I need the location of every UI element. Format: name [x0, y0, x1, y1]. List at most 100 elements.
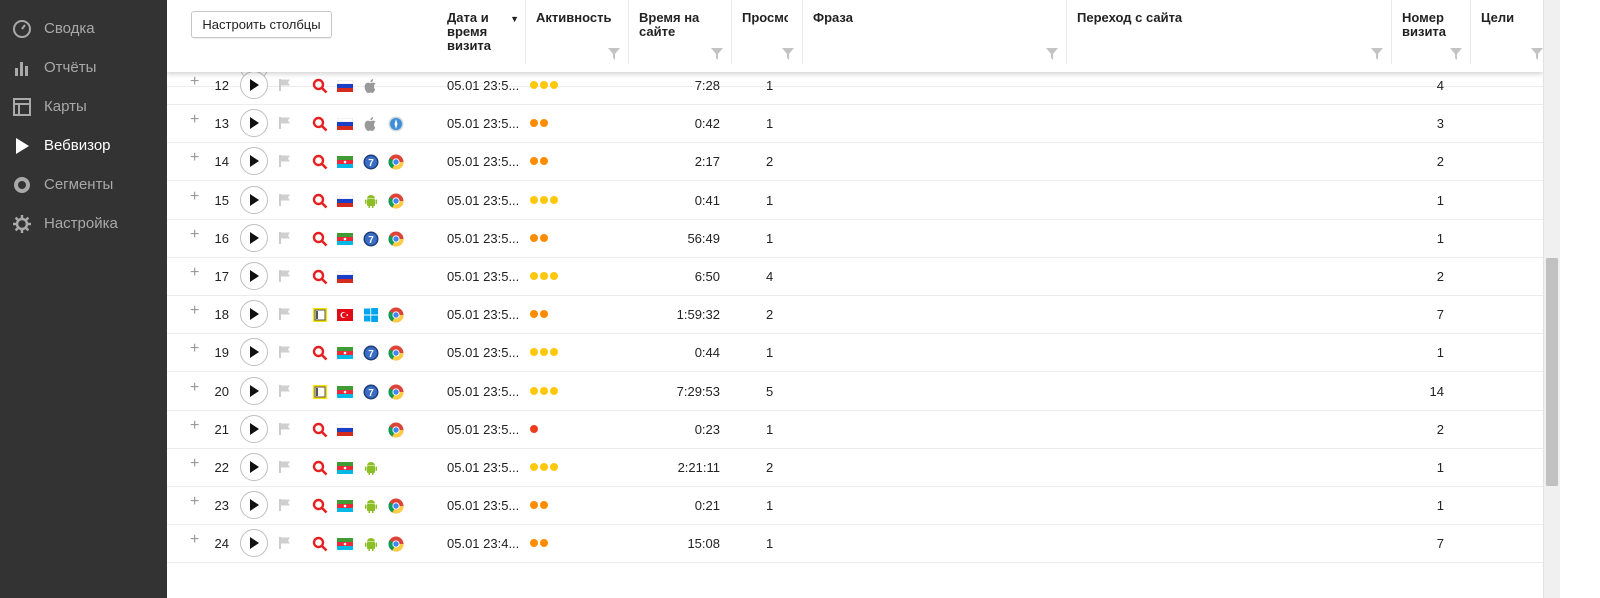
table-row[interactable]: +16 7 05.01 23:5... 56:49 1 1 — [167, 220, 1543, 258]
play-button[interactable] — [240, 338, 268, 367]
search-engine-icon — [312, 193, 328, 209]
expand-icon[interactable]: + — [190, 417, 202, 433]
row-number: 13 — [214, 116, 229, 132]
play-button[interactable] — [240, 453, 268, 481]
filter-icon[interactable] — [1046, 48, 1058, 60]
browser-chrome-icon — [388, 536, 404, 552]
column-header-goals[interactable]: Цели — [1471, 0, 1543, 64]
expand-icon[interactable]: + — [190, 74, 202, 90]
configure-columns-button[interactable]: Настроить столбцы — [191, 11, 332, 38]
gear-icon — [0, 214, 44, 234]
table-row[interactable]: +23 05.01 23:5... 0:21 1 1 — [167, 487, 1543, 526]
flag-mark-icon[interactable] — [278, 154, 292, 168]
flag-mark-icon[interactable] — [278, 307, 292, 321]
sidebar-item-segments[interactable]: Сегменты — [0, 165, 167, 204]
flag-mark-icon[interactable] — [278, 460, 292, 474]
sidebar-item-summary[interactable]: Сводка — [0, 9, 167, 48]
sidebar-item-reports[interactable]: Отчёты — [0, 48, 167, 87]
expand-icon[interactable]: + — [190, 532, 202, 548]
play-button[interactable] — [240, 223, 268, 252]
flag-mark-icon[interactable] — [278, 536, 292, 550]
page-views: 1 — [766, 421, 774, 437]
search-engine-icon — [312, 460, 328, 476]
visit-date: 05.01 23:5... — [447, 421, 520, 437]
filter-icon[interactable] — [711, 48, 723, 60]
country-flag-az-icon — [337, 156, 353, 169]
table-row[interactable]: +13 05.01 23:5... 0:42 1 3 — [167, 105, 1543, 144]
row-number: 12 — [214, 78, 229, 93]
expand-icon[interactable]: + — [190, 494, 202, 510]
expand-icon[interactable]: + — [190, 226, 202, 242]
visit-number: 2 — [1436, 421, 1444, 437]
flag-mark-icon[interactable] — [278, 422, 292, 436]
filter-icon[interactable] — [782, 48, 794, 60]
column-header-visit-number[interactable]: Номер визита — [1392, 0, 1471, 64]
table-row[interactable]: +24 05.01 23:4... 15:08 1 7 — [167, 525, 1543, 564]
row-number: 17 — [214, 269, 229, 284]
column-header-time-on-site[interactable]: Время на сайте — [629, 0, 732, 64]
sort-desc-icon[interactable]: ▼ — [510, 12, 519, 26]
play-button[interactable] — [240, 262, 268, 290]
row-number: 20 — [214, 383, 229, 399]
bar-chart-icon — [0, 58, 44, 78]
play-button[interactable] — [240, 376, 268, 405]
play-button[interactable] — [240, 185, 268, 214]
play-button[interactable] — [240, 147, 268, 176]
activity-dot — [530, 348, 538, 357]
play-icon — [250, 270, 259, 282]
column-header-referrer[interactable]: Переход с сайта — [1067, 0, 1392, 64]
column-header-views[interactable]: Просмотры — [732, 0, 803, 64]
expand-icon[interactable]: + — [190, 265, 202, 281]
sidebar-item-settings[interactable]: Настройка — [0, 204, 167, 243]
column-header-date[interactable]: Дата и время визита ▼ — [437, 0, 526, 64]
table-row[interactable]: +20 7 05.01 23:5... 7:29:53 5 14 — [167, 373, 1543, 411]
play-button[interactable] — [240, 71, 268, 99]
country-flag-az-icon — [337, 462, 353, 474]
play-button[interactable] — [240, 414, 268, 443]
expand-icon[interactable]: + — [190, 341, 202, 357]
visit-number: 2 — [1436, 269, 1444, 284]
flag-mark-icon[interactable] — [278, 231, 292, 245]
column-header-activity[interactable]: Активность — [526, 0, 629, 64]
table-row[interactable]: +22 05.01 23:5... 2:21:11 2 1 — [167, 449, 1543, 487]
sidebar-item-label: Сводка — [44, 20, 95, 37]
expand-icon[interactable]: + — [190, 150, 202, 166]
expand-icon[interactable]: + — [190, 456, 202, 472]
activity-dot — [540, 81, 548, 89]
expand-icon[interactable]: + — [190, 303, 202, 319]
table-row[interactable]: +18 05.01 23:5... 1:59:32 2 7 — [167, 296, 1543, 335]
filter-icon[interactable] — [608, 48, 620, 60]
sidebar-item-webvisor[interactable]: Вебвизор — [0, 126, 167, 165]
activity-dot — [540, 272, 548, 280]
flag-mark-icon[interactable] — [278, 116, 292, 130]
play-button[interactable] — [240, 300, 268, 329]
filter-icon[interactable] — [1450, 48, 1462, 60]
play-button[interactable] — [240, 529, 268, 558]
scrollbar-thumb[interactable] — [1546, 258, 1558, 486]
vertical-scrollbar[interactable] — [1543, 0, 1560, 598]
table-row[interactable]: +21 05.01 23:5... 0:23 1 2 — [167, 411, 1543, 449]
column-header-phrase[interactable]: Фраза — [803, 0, 1067, 64]
table-row[interactable]: +17 05.01 23:5... 6:50 4 2 — [167, 258, 1543, 296]
activity-dot — [550, 463, 558, 471]
flag-mark-icon[interactable] — [278, 498, 292, 512]
table-row[interactable]: +15 05.01 23:5... 0:41 1 1 — [167, 182, 1543, 220]
expand-icon[interactable]: + — [190, 379, 202, 395]
expand-icon[interactable]: + — [190, 112, 202, 128]
visit-date: 05.01 23:5... — [447, 230, 520, 246]
filter-icon[interactable] — [1371, 48, 1383, 60]
flag-mark-icon[interactable] — [278, 269, 292, 283]
sidebar-item-maps[interactable]: Карты — [0, 87, 167, 126]
flag-mark-icon[interactable] — [278, 78, 292, 92]
table-row[interactable]: +19 7 05.01 23:5... 0:44 1 1 — [167, 334, 1543, 373]
expand-icon[interactable]: + — [190, 188, 202, 204]
play-button[interactable] — [240, 109, 268, 138]
flag-mark-icon[interactable] — [278, 193, 292, 207]
page-views: 1 — [766, 192, 774, 208]
table-row[interactable]: +14 7 05.01 23:5... 2:17 2 2 — [167, 143, 1543, 182]
flag-mark-icon[interactable] — [278, 384, 292, 398]
play-button[interactable] — [240, 491, 268, 520]
filter-icon[interactable] — [1531, 48, 1543, 60]
flag-mark-icon[interactable] — [278, 345, 292, 359]
table-row[interactable]: +12 05.01 23:5... 7:28 1 4 — [167, 67, 1543, 105]
